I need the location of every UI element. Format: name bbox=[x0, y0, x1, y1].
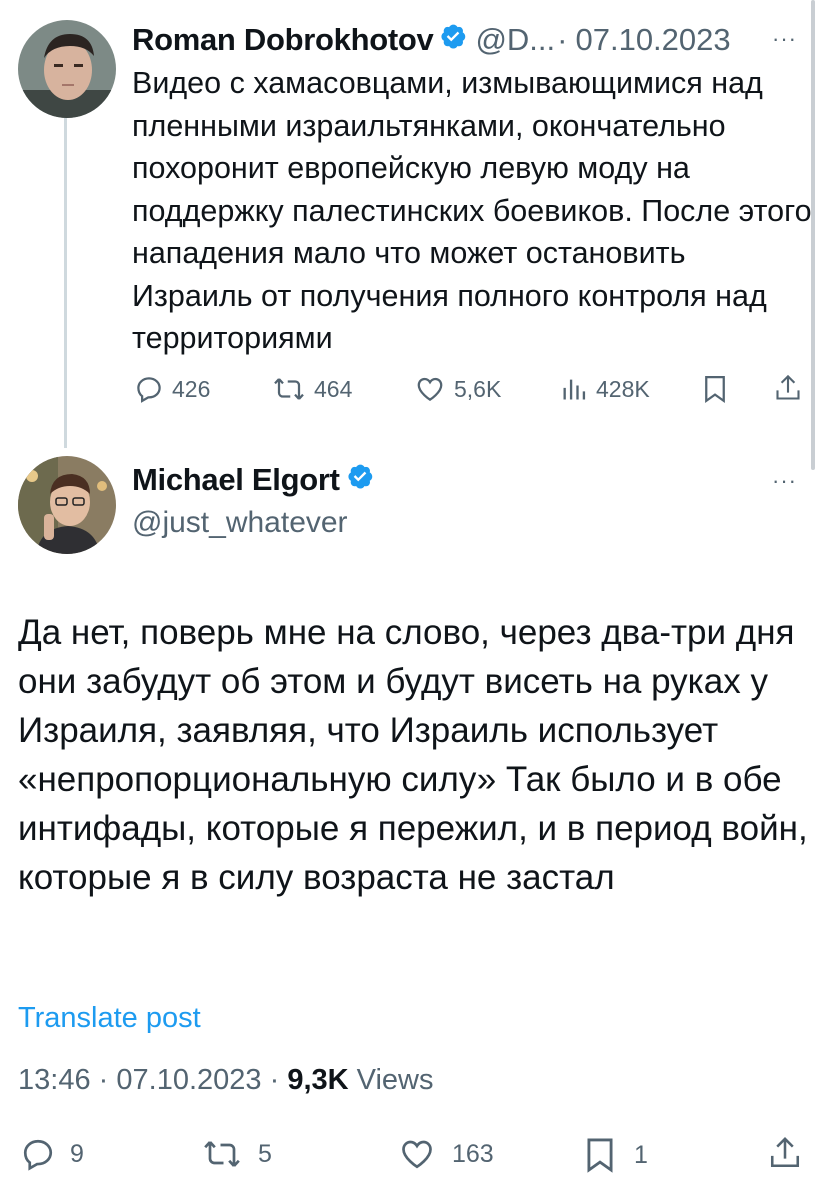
reply-bookmark-count: 1 bbox=[634, 1140, 648, 1169]
reply-bookmark-button[interactable]: 1 bbox=[584, 1136, 648, 1174]
meta-separator: · bbox=[269, 1064, 280, 1096]
share-icon bbox=[776, 374, 800, 400]
reply-author-name[interactable]: Michael Elgort bbox=[132, 462, 340, 498]
reply-time[interactable]: 13:46 bbox=[18, 1064, 91, 1096]
reply-date[interactable]: 07.10.2023 bbox=[116, 1064, 261, 1096]
parent-handle[interactable]: @D... bbox=[475, 22, 555, 58]
bookmark-icon bbox=[587, 1138, 613, 1173]
meta-separator: · bbox=[98, 1064, 109, 1096]
reply-icon bbox=[137, 377, 161, 403]
verified-badge-icon bbox=[346, 462, 374, 498]
parent-tweet-text: Видео с хамасовцами, измывающимися над п… bbox=[132, 66, 812, 355]
reply-icon bbox=[23, 1139, 53, 1171]
reply-avatar[interactable] bbox=[18, 456, 116, 554]
parent-reply-count: 426 bbox=[172, 375, 211, 402]
reply-repost-count: 5 bbox=[258, 1139, 272, 1168]
parent-repost-count: 464 bbox=[314, 375, 353, 402]
like-icon bbox=[402, 1140, 432, 1169]
parent-bookmark-button[interactable] bbox=[702, 374, 728, 404]
reply-like-count: 163 bbox=[452, 1139, 494, 1168]
parent-tweet-header: Roman Dobrokhotov @D... · 07.10.2023 bbox=[132, 20, 731, 60]
verified-badge-icon bbox=[439, 22, 467, 58]
like-icon bbox=[417, 377, 443, 401]
reply-reply-button[interactable]: 9 bbox=[20, 1136, 84, 1172]
parent-views-count: 428K bbox=[596, 375, 650, 402]
reply-author-name-row: Michael Elgort bbox=[132, 462, 374, 498]
parent-date[interactable]: 07.10.2023 bbox=[575, 22, 730, 58]
repost-icon bbox=[204, 1141, 240, 1167]
thread-connector-line bbox=[64, 118, 67, 448]
reply-views-count: 9,3K bbox=[287, 1064, 349, 1096]
reply-repost-button[interactable]: 5 bbox=[202, 1136, 272, 1172]
translate-post-link[interactable]: Translate post bbox=[18, 1002, 201, 1035]
reply-like-button[interactable]: 163 bbox=[398, 1136, 494, 1172]
reply-share-button[interactable] bbox=[768, 1134, 802, 1172]
reply-reply-count: 9 bbox=[70, 1139, 84, 1168]
parent-more-icon[interactable]: ··· bbox=[772, 26, 797, 52]
parent-like-button[interactable]: 5,6K bbox=[414, 374, 501, 404]
repost-icon bbox=[274, 378, 304, 400]
reply-tweet-text: Да нет, поверь мне на слово, через два-т… bbox=[18, 613, 808, 897]
reply-handle[interactable]: @just_whatever bbox=[132, 506, 348, 540]
parent-separator: · bbox=[557, 22, 568, 57]
reply-meta-line: 13:46 · 07.10.2023 · 9,3K Views bbox=[18, 1064, 434, 1097]
parent-views-button[interactable]: 428K bbox=[560, 374, 650, 404]
bookmark-icon bbox=[705, 376, 725, 404]
parent-reply-button[interactable]: 426 bbox=[134, 374, 210, 404]
parent-share-button[interactable] bbox=[774, 372, 802, 404]
reply-more-icon[interactable]: ··· bbox=[772, 468, 797, 494]
share-icon bbox=[770, 1137, 800, 1168]
parent-avatar[interactable] bbox=[18, 20, 116, 118]
views-icon bbox=[563, 379, 586, 400]
parent-author-name[interactable]: Roman Dobrokhotov bbox=[132, 22, 434, 58]
parent-repost-button[interactable]: 464 bbox=[272, 374, 352, 404]
parent-like-count: 5,6K bbox=[454, 375, 502, 402]
reply-views-label: Views bbox=[356, 1064, 434, 1096]
